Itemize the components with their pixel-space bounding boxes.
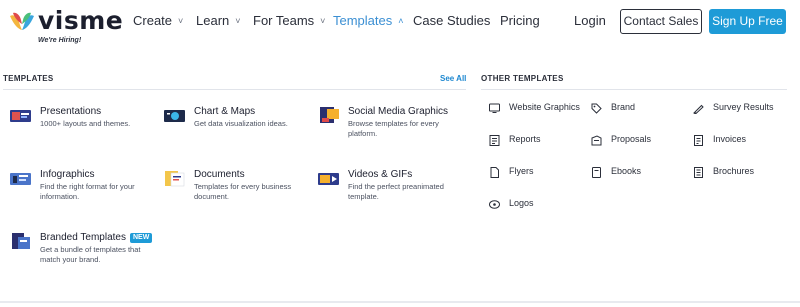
survey-icon [693,104,704,114]
flyer-icon [490,167,499,178]
hiring-tagline[interactable]: We're Hiring! [38,37,81,44]
other-item-label: Survey Results [713,102,774,112]
nav-templates[interactable]: Templates ˄ [333,13,404,28]
other-item-label: Logos [509,198,534,208]
other-item-label: Brand [611,102,636,112]
template-item-chart-maps[interactable]: Chart & Maps Get data visualization idea… [164,106,314,146]
contact-sales-button[interactable]: Contact Sales [620,9,702,34]
proposal-icon [591,135,602,146]
other-templates-heading: OTHER TEMPLATES [481,74,564,83]
nav-case-studies[interactable]: Case Studies [413,13,490,28]
dropdown-bottom-border [0,301,800,303]
template-item-videos-gifs[interactable]: Videos & GIFs Find the perfect preanimat… [318,169,468,209]
template-item-branded[interactable]: Branded Templates NEW Get a bundle of tem… [10,232,160,272]
template-desc: Templates for every business document. [194,182,292,201]
infographic-thumb-icon [10,173,31,185]
chevron-down-icon: ˅ [235,16,241,26]
nav-learn-label: Learn [196,13,230,28]
nav-for-teams[interactable]: For Teams ˅ [253,13,325,28]
template-desc: Get a bundle of templates that match you… [40,245,141,264]
template-desc: Find the perfect preanimated template. [348,182,444,201]
monitor-icon [489,103,500,113]
nav-pricing[interactable]: Pricing [500,13,540,28]
login-link[interactable]: Login [574,13,606,28]
template-title: Infographics [40,169,95,180]
other-item-label: Ebooks [611,166,642,176]
visme-logo-icon [10,12,34,30]
report-icon [489,135,500,146]
site-header: visme We're Hiring! Create ˅ Learn ˅ For T… [0,0,800,62]
video-thumb-icon [318,173,339,185]
brand-tag-icon [591,103,602,114]
nav-create-label: Create [133,13,173,28]
other-item-label: Brochures [713,166,755,176]
brochure-icon [694,167,703,178]
see-all-link[interactable]: See All [440,74,466,83]
invoice-icon [694,135,703,146]
template-title: Presentations [40,106,102,117]
chevron-up-icon: ˄ [398,16,404,26]
document-thumb-icon [165,171,185,187]
template-item-documents[interactable]: Documents Templates for every business d… [164,169,314,209]
template-desc: Find the right format for your informati… [40,182,135,201]
templates-divider [3,89,466,90]
template-item-presentations[interactable]: Presentations 1000+ layouts and themes. [10,106,160,146]
other-item-label: Proposals [611,134,652,144]
other-templates-divider [481,89,787,90]
branded-thumb-icon [12,233,30,249]
template-desc: Get data visualization ideas. [194,119,288,128]
template-desc: Browse templates for every platform. [348,119,439,138]
branded-title-text: Branded Templates [40,232,126,243]
templates-heading: TEMPLATES [3,74,54,83]
logo-icon [489,200,500,209]
sign-up-button[interactable]: Sign Up Free [709,9,786,34]
chevron-down-icon: ˅ [320,16,326,26]
nav-case-studies-label: Case Studies [413,13,491,28]
nav-learn[interactable]: Learn ˅ [196,13,241,28]
visme-logo[interactable]: visme We're Hiring! [8,6,123,48]
template-title: Videos & GIFs [348,169,413,180]
template-title: Branded Templates NEW [40,232,153,243]
new-badge: NEW [129,233,153,243]
template-title: Chart & Maps [194,106,256,117]
chart-map-thumb-icon [164,110,185,122]
other-item-label: Website Graphics [509,102,580,112]
nav-create[interactable]: Create ˅ [133,13,183,28]
logo-wordmark: visme [38,6,124,35]
ebook-icon [592,167,601,178]
template-item-infographics[interactable]: Infographics Find the right format for y… [10,169,160,209]
template-item-social-media[interactable]: Social Media Graphics Browse templates f… [318,106,468,146]
chevron-down-icon: ˅ [178,16,184,26]
other-item-label: Invoices [713,134,747,144]
nav-pricing-label: Pricing [500,13,540,28]
social-media-thumb-icon [320,107,339,123]
template-title: Documents [194,169,245,180]
template-desc: 1000+ layouts and themes. [40,119,131,128]
presentation-thumb-icon [10,110,31,122]
nav-for-teams-label: For Teams [253,13,315,28]
template-title: Social Media Graphics [348,106,449,117]
other-item-label: Reports [509,134,541,144]
nav-templates-label: Templates [333,13,393,28]
other-item-label: Flyers [509,166,534,176]
